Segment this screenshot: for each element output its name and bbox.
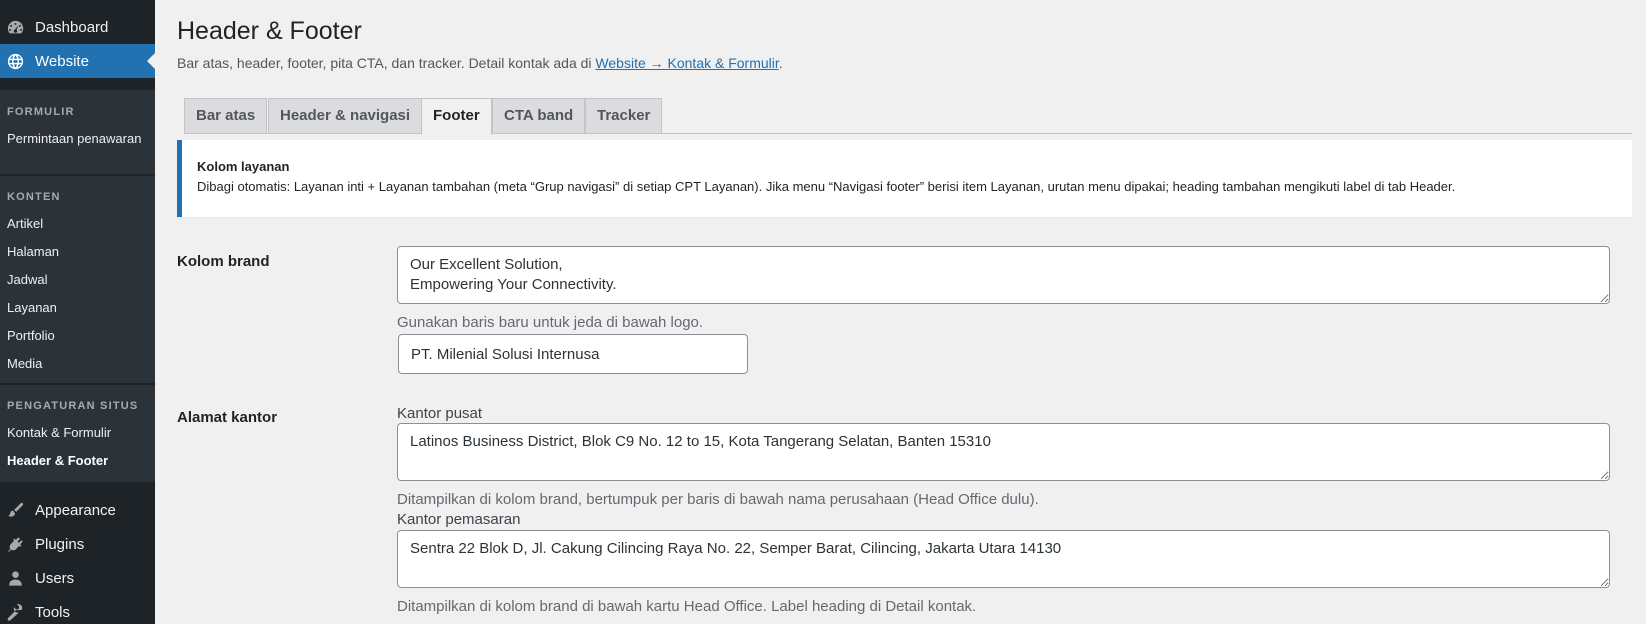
brand-tagline-textarea[interactable]: Our Excellent Solution, Empowering Your … [397,246,1610,304]
tab-footer[interactable]: Footer [421,98,492,135]
menu-tools[interactable]: Tools [0,595,155,624]
submenu-heading-konten: KONTEN [7,191,61,203]
marketing-office-textarea[interactable]: Sentra 22 Blok D, Jl. Cakung Cilincing R… [397,530,1610,588]
menu-website[interactable]: Website [0,44,155,78]
submenu-separator [0,383,155,385]
settings-tabs: Bar atas Header & navigasi Footer CTA ba… [184,98,1632,135]
submenu-item-kontak-formulir[interactable]: Kontak & Formulir [7,424,111,442]
sidebar-bottom-menu: Appearance Plugins Users Tools [0,493,155,624]
submenu-item-jadwal[interactable]: Jadwal [7,271,47,289]
head-office-textarea[interactable]: Latinos Business District, Blok C9 No. 1… [397,423,1610,481]
submenu-item-layanan[interactable]: Layanan [7,299,57,317]
menu-label: Plugins [35,535,85,553]
submenu-heading-pengaturan-situs: PENGATURAN SITUS [7,400,139,412]
notice-title: Kolom layanan [197,159,290,174]
page-title: Header & Footer [177,17,362,45]
submenu-item-permintaan-penawaran[interactable]: Permintaan penawaran [7,130,147,148]
tab-cta-band[interactable]: CTA band [492,98,586,134]
menu-label: Dashboard [35,18,109,36]
company-name-input[interactable] [398,334,748,374]
marketing-office-description: Ditampilkan di kolom brand di bawah kart… [397,598,977,615]
submenu-item-portfolio[interactable]: Portfolio [7,327,55,345]
submenu-item-media[interactable]: Media [7,355,42,373]
dashboard-icon [5,17,25,37]
head-office-description: Ditampilkan di kolom brand, bertumpuk pe… [397,491,1039,508]
website-submenu: FORMULIR Permintaan penawaran KONTEN Art… [0,90,155,482]
menu-label: Tools [35,603,71,621]
row-label-kolom-brand: Kolom brand [177,253,270,270]
tab-header-navigasi[interactable]: Header & navigasi [268,98,423,134]
menu-appearance[interactable]: Appearance [0,493,155,527]
lead-text: Bar atas, header, footer, pita CTA, dan … [177,55,596,71]
submenu-heading-formulir: FORMULIR [7,106,75,118]
submenu-separator [0,174,155,176]
admin-sidebar: Dashboard Website FORMULIR Permintaan pe… [0,0,155,624]
submenu-item-header-footer[interactable]: Header & Footer [7,452,108,470]
brand-tagline-description: Gunakan baris baru untuk jeda di bawah l… [397,314,704,331]
row-label-alamat-kantor: Alamat kantor [177,409,278,426]
globe-icon [5,51,25,71]
menu-label: Users [35,569,75,587]
menu-label: Appearance [35,501,116,519]
wrench-icon [5,602,25,622]
submenu-item-halaman[interactable]: Halaman [7,243,59,261]
menu-users[interactable]: Users [0,561,155,595]
notice-body: Dibagi otomatis: Layanan inti + Layanan … [197,179,1456,194]
head-office-label: Kantor pusat [397,405,483,422]
submenu-item-artikel[interactable]: Artikel [7,215,43,233]
menu-dashboard[interactable]: Dashboard [0,10,155,44]
tab-bar-atas[interactable]: Bar atas [184,98,268,134]
plug-icon [5,534,25,554]
user-icon [5,568,25,588]
menu-label: Website [35,52,89,70]
lead-link-kontak-formulir[interactable]: Website → Kontak & Formulir [595,55,778,71]
paintbrush-icon [5,500,25,520]
tab-tracker[interactable]: Tracker [585,98,663,134]
marketing-office-label: Kantor pemasaran [397,511,521,528]
menu-plugins[interactable]: Plugins [0,527,155,561]
page-description: Bar atas, header, footer, pita CTA, dan … [177,55,783,71]
info-notice: Kolom layanan Dibagi otomatis: Layanan i… [177,140,1632,217]
lead-end: . [778,55,783,71]
